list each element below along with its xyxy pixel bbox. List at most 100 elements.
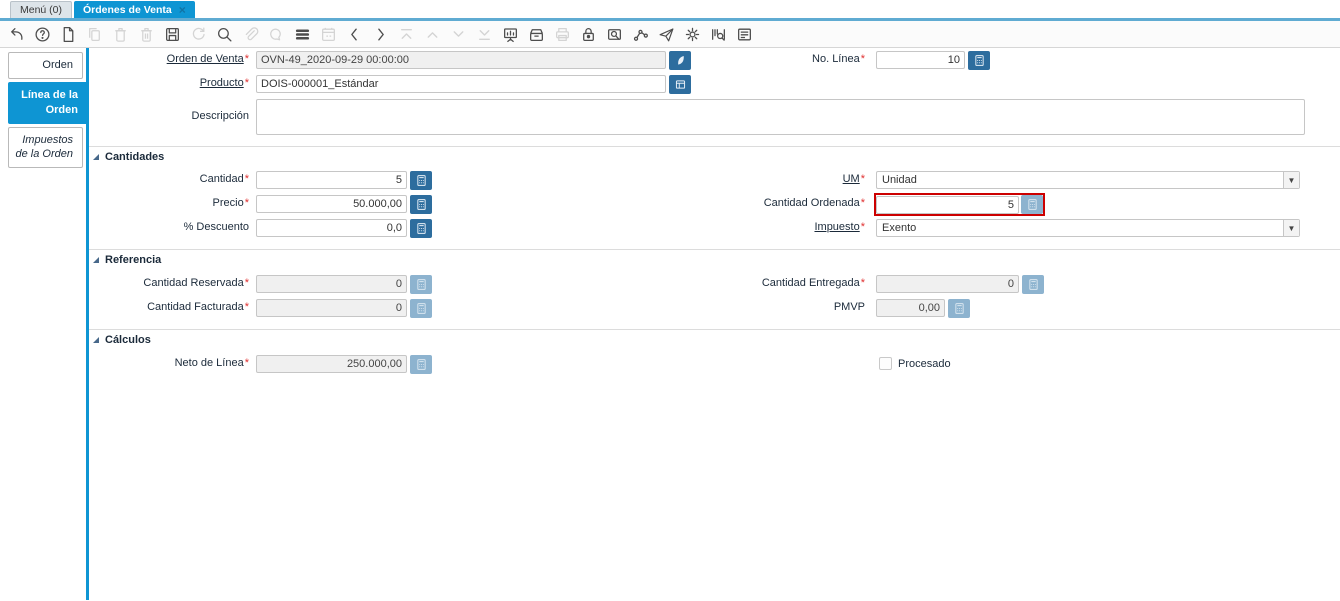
cantidad-facturada-field	[256, 299, 407, 317]
tab-ordenes-de-venta[interactable]: Órdenes de Venta ×	[74, 1, 195, 18]
descripcion-field[interactable]	[256, 99, 1305, 135]
collapse-triangle-icon[interactable]	[93, 257, 99, 263]
chevron-down-icon[interactable]: ▼	[1283, 172, 1299, 188]
toolbar	[0, 21, 1340, 48]
save-icon[interactable]	[163, 25, 181, 43]
neto-de-linea-calculator-button	[410, 355, 432, 374]
zoom-across-icon[interactable]	[605, 25, 623, 43]
sidebar-tab-orden-label: Orden	[42, 59, 73, 71]
chevron-down-icon[interactable]: ▼	[1283, 220, 1299, 236]
pmvp-field	[876, 299, 945, 317]
cantidad-calculator-button[interactable]	[410, 171, 432, 190]
form-panel: Orden de Venta* No. Línea* Producto* Des…	[89, 48, 1340, 600]
calendar-icon	[319, 25, 337, 43]
help-icon[interactable]	[33, 25, 51, 43]
application-window: Menú (0) Órdenes de Venta × Orden Línea …	[0, 0, 1340, 601]
workflow-icon[interactable]	[631, 25, 649, 43]
cantidad-entregada-field	[876, 275, 1019, 293]
detail-record-icon	[449, 25, 467, 43]
delete-selection-icon	[137, 25, 155, 43]
impuesto-select[interactable]: Exento ▼	[876, 219, 1300, 237]
precio-calculator-button[interactable]	[410, 195, 432, 214]
cantidad-ordenada-highlight	[874, 193, 1045, 216]
report-icon[interactable]	[501, 25, 519, 43]
impuesto-value: Exento	[882, 222, 917, 234]
um-value: Unidad	[882, 174, 917, 186]
sidebar-tab-impuestos-label: Impuestos de la Orden	[15, 133, 73, 161]
um-label: UM*	[842, 173, 865, 185]
refresh-icon	[189, 25, 207, 43]
cantidad-reservada-field	[256, 275, 407, 293]
previous-record-icon[interactable]	[345, 25, 363, 43]
parent-record-icon	[423, 25, 441, 43]
window-tab-bar: Menú (0) Órdenes de Venta ×	[0, 0, 1340, 18]
section-cantidades-title: Cantidades	[105, 151, 165, 163]
undo-icon[interactable]	[7, 25, 25, 43]
collapse-triangle-icon[interactable]	[93, 337, 99, 343]
report-window-icon[interactable]	[735, 25, 753, 43]
cantidad-ordenada-label: Cantidad Ordenada*	[763, 197, 865, 209]
delete-record-icon	[111, 25, 129, 43]
section-cantidades: Cantidades	[89, 146, 1340, 163]
print-icon	[553, 25, 571, 43]
descuento-field[interactable]	[256, 219, 407, 237]
section-calculos: Cálculos	[89, 329, 1340, 346]
send-request-icon[interactable]	[657, 25, 675, 43]
first-record-icon	[397, 25, 415, 43]
grid-toggle-icon[interactable]	[293, 25, 311, 43]
chat-icon	[267, 25, 285, 43]
orden-de-venta-label: Orden de Venta*	[166, 53, 249, 65]
find-icon[interactable]	[215, 25, 233, 43]
new-record-icon[interactable]	[59, 25, 77, 43]
product-info-icon[interactable]	[709, 25, 727, 43]
section-referencia-title: Referencia	[105, 254, 162, 266]
copy-record-icon	[85, 25, 103, 43]
no-linea-calculator-button[interactable]	[968, 51, 990, 70]
cantidad-entregada-label: Cantidad Entregada*	[761, 277, 865, 289]
procesado-checkbox[interactable]	[879, 357, 892, 370]
impuesto-label: Impuesto*	[814, 221, 865, 233]
cantidad-reservada-label: Cantidad Reservada*	[143, 277, 249, 289]
tab-ordenes-de-venta-label: Órdenes de Venta	[83, 3, 172, 16]
um-select[interactable]: Unidad ▼	[876, 171, 1300, 189]
sidebar-tab-orden[interactable]: Orden	[8, 52, 83, 79]
tab-menu[interactable]: Menú (0)	[10, 1, 73, 18]
cantidad-reservada-calculator-button	[410, 275, 432, 294]
product-search-button[interactable]	[669, 75, 691, 94]
pmvp-calculator-button	[948, 299, 970, 318]
no-linea-field[interactable]	[876, 51, 965, 69]
next-record-icon[interactable]	[371, 25, 389, 43]
section-referencia: Referencia	[89, 249, 1340, 266]
producto-label: Producto*	[199, 77, 249, 89]
cantidad-facturada-label: Cantidad Facturada*	[147, 301, 249, 313]
private-record-lock-icon[interactable]	[579, 25, 597, 43]
pmvp-label: PMVP	[833, 301, 865, 313]
neto-de-linea-label: Neto de Línea*	[174, 357, 249, 369]
cantidad-ordenada-field[interactable]	[876, 195, 1019, 214]
archive-icon[interactable]	[527, 25, 545, 43]
cantidad-ordenada-calculator-button	[1021, 195, 1043, 214]
cantidad-facturada-calculator-button	[410, 299, 432, 318]
preferences-gear-icon[interactable]	[683, 25, 701, 43]
no-linea-label: No. Línea*	[812, 53, 865, 65]
orden-de-venta-field[interactable]	[256, 51, 666, 69]
cantidad-entregada-calculator-button	[1022, 275, 1044, 294]
sidebar-tab-linea-label: Línea de la Orden	[21, 88, 78, 116]
descuento-calculator-button[interactable]	[410, 219, 432, 238]
precio-field[interactable]	[256, 195, 407, 213]
sidebar-tab-linea-de-la-orden[interactable]: Línea de la Orden	[8, 81, 86, 124]
cantidad-field[interactable]	[256, 171, 407, 189]
section-calculos-title: Cálculos	[105, 334, 151, 346]
sidebar-tab-impuestos-de-la-orden[interactable]: Impuestos de la Orden	[8, 126, 83, 169]
descuento-label: % Descuento	[183, 221, 249, 233]
producto-field[interactable]	[256, 75, 666, 93]
cantidad-label: Cantidad*	[199, 173, 249, 185]
close-icon[interactable]: ×	[179, 4, 186, 16]
descripcion-label: Descripción	[191, 110, 249, 122]
detail-tab-sidebar: Orden Línea de la Orden Impuestos de la …	[0, 48, 86, 600]
collapse-triangle-icon[interactable]	[93, 154, 99, 160]
tab-menu-label: Menú (0)	[20, 4, 63, 16]
last-record-icon	[475, 25, 493, 43]
precio-label: Precio*	[212, 197, 249, 209]
procesado-label: Procesado	[898, 358, 951, 370]
